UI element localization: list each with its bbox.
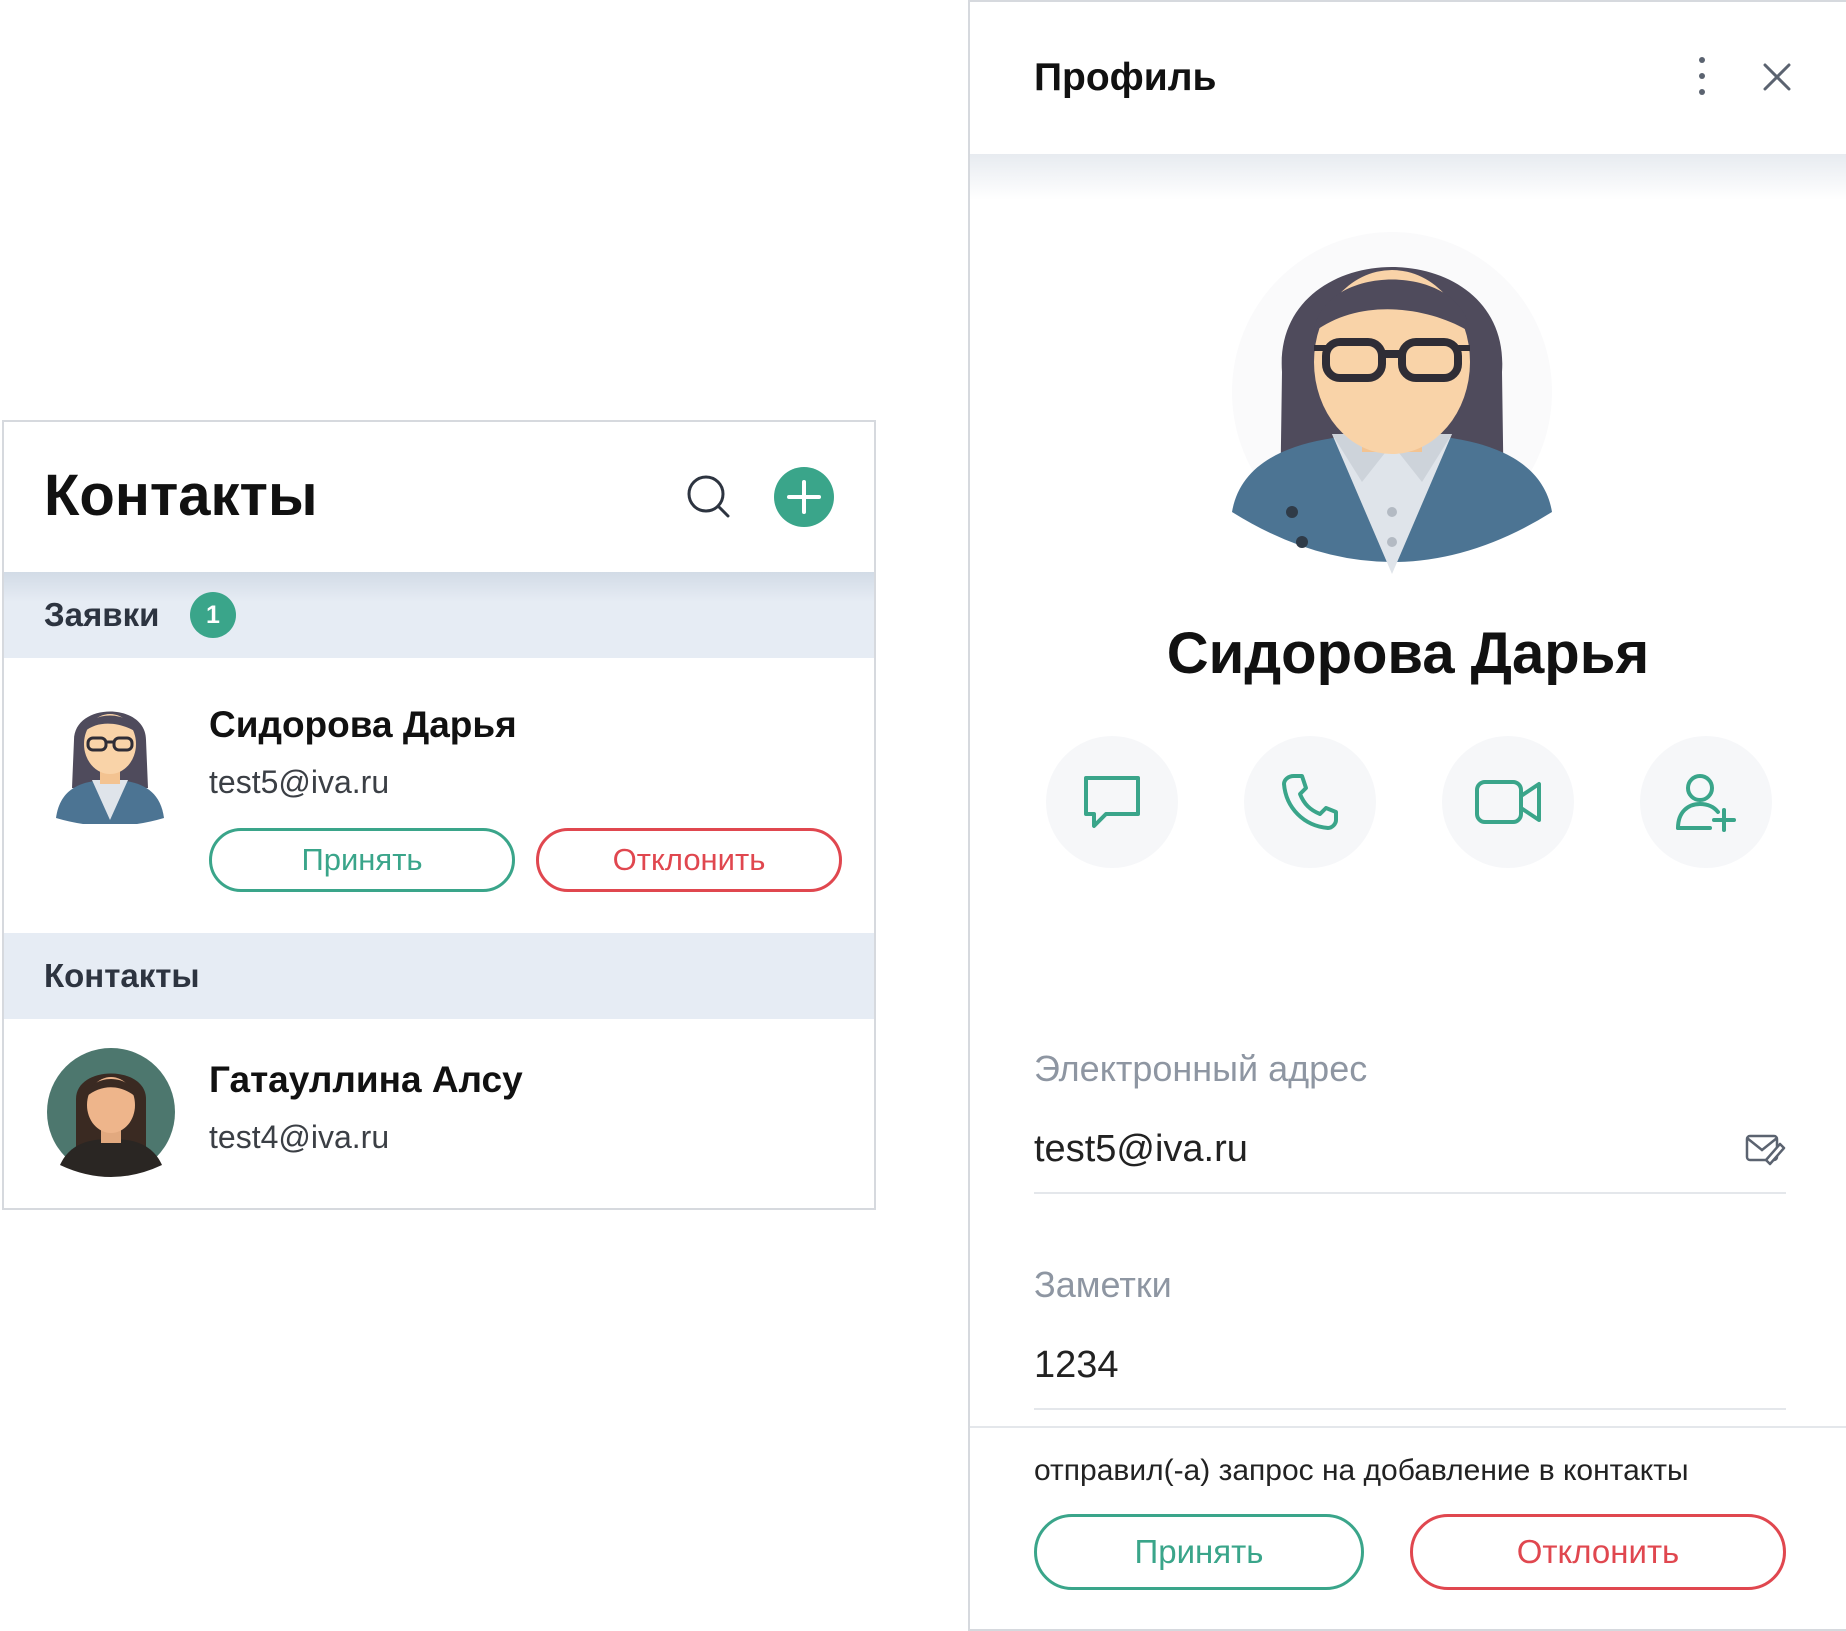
send-email-icon[interactable] — [1744, 1130, 1786, 1170]
footer-divider — [970, 1426, 1846, 1428]
plus-icon — [787, 480, 821, 514]
profile-name: Сидорова Дарья — [1166, 621, 1650, 686]
request-list-item[interactable]: Сидорова Дарья test5@iva.ru Принять Откл… — [4, 658, 874, 933]
more-options-icon[interactable] — [1690, 54, 1714, 98]
email-label: Электронный адрес — [1034, 1048, 1368, 1089]
add-contact-icon — [1676, 774, 1736, 832]
contacts-section-header: Контакты — [4, 933, 874, 1019]
video-icon — [1475, 780, 1541, 824]
decline-button[interactable]: Отклонить — [536, 828, 842, 892]
header-shadow — [970, 154, 1846, 200]
add-to-contacts-button[interactable] — [1640, 736, 1772, 868]
call-button[interactable] — [1244, 736, 1376, 868]
contact-name: Сидорова Дарья — [209, 704, 517, 745]
contact-request-text: отправил(-а) запрос на добавление в конт… — [1034, 1454, 1689, 1487]
requests-count-badge: 1 — [190, 592, 236, 638]
profile-avatar — [1232, 232, 1552, 574]
contacts-section-label: Контакты — [44, 957, 200, 994]
search-icon[interactable] — [684, 472, 734, 522]
phone-icon — [1282, 774, 1338, 830]
video-call-button[interactable] — [1442, 736, 1574, 868]
avatar — [47, 1048, 175, 1177]
notes-underline — [1034, 1408, 1786, 1410]
profile-title: Профиль — [1034, 56, 1217, 99]
email-underline — [1034, 1192, 1786, 1194]
contacts-panel: Контакты Заявки 1 Сидорова Дарья test5@i… — [2, 420, 876, 1210]
requests-section-header: Заявки 1 — [4, 572, 874, 658]
contact-email: test5@iva.ru — [209, 764, 390, 800]
accept-button[interactable]: Принять — [209, 828, 515, 892]
close-icon[interactable] — [1760, 60, 1794, 94]
contacts-title: Контакты — [44, 463, 318, 528]
chat-icon — [1084, 776, 1140, 828]
notes-label: Заметки — [1034, 1264, 1172, 1305]
profile-accept-button[interactable]: Принять — [1034, 1514, 1364, 1590]
notes-value[interactable]: 1234 — [1034, 1344, 1119, 1387]
contacts-header: Контакты — [4, 422, 874, 572]
email-value[interactable]: test5@iva.ru — [1034, 1128, 1248, 1171]
requests-section-label: Заявки — [44, 596, 160, 633]
contact-list-item[interactable]: Гатауллина Алсу test4@iva.ru — [4, 1019, 874, 1208]
contact-email: test4@iva.ru — [209, 1119, 390, 1155]
add-contact-button[interactable] — [774, 467, 834, 527]
chat-button[interactable] — [1046, 736, 1178, 868]
avatar — [56, 711, 164, 824]
profile-decline-button[interactable]: Отклонить — [1410, 1514, 1786, 1590]
profile-panel: Профиль Сидорова Дарья Электронный адрес… — [968, 0, 1846, 1631]
profile-header: Профиль — [970, 2, 1846, 154]
contact-name: Гатауллина Алсу — [209, 1059, 523, 1100]
